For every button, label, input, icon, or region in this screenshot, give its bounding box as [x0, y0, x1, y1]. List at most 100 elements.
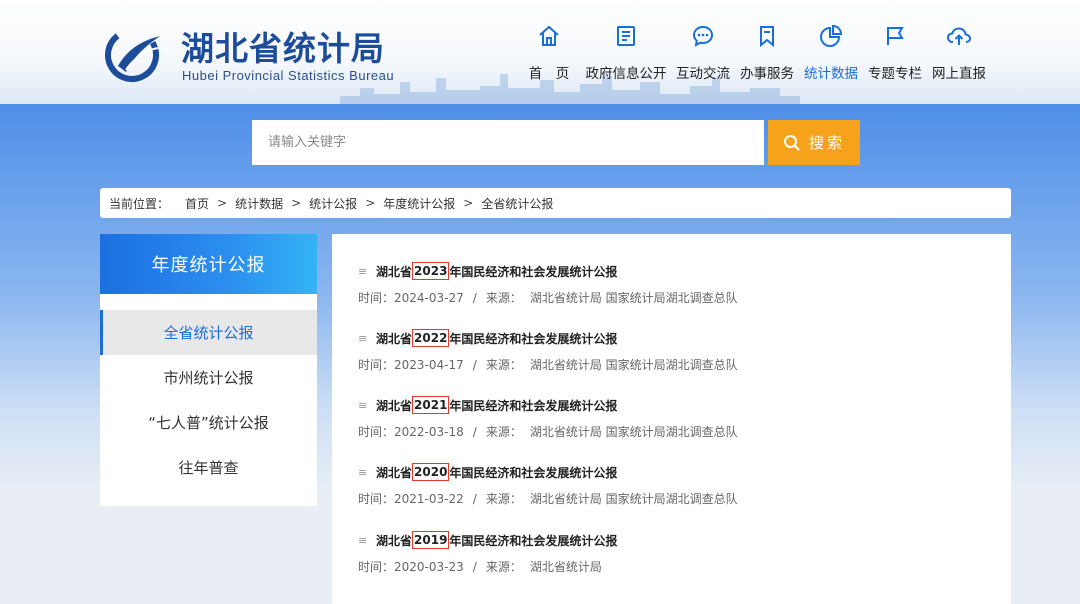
year-highlight: 2019	[412, 531, 450, 549]
meta-separator: /	[472, 425, 477, 439]
list-bullet-icon: ≡	[358, 533, 368, 547]
sidebar-title: 年度统计公报	[100, 234, 317, 294]
bureau-logo	[105, 28, 160, 82]
title-prefix: 湖北省	[376, 264, 413, 279]
nav-topics[interactable]: 专题专栏	[866, 24, 924, 88]
list-item-title[interactable]: ≡ 湖北省 2023 年国民经济和社会发展统计公报	[358, 262, 998, 280]
sidebar-item-provincial[interactable]: 全省统计公报	[100, 310, 317, 355]
breadcrumb-separator: >	[463, 196, 474, 210]
search-input[interactable]	[252, 120, 764, 165]
title-prefix: 湖北省	[376, 533, 413, 548]
publish-date: 2022-03-18	[394, 425, 464, 439]
nav-label: 统计数据	[804, 66, 858, 82]
cloud-upload-icon	[946, 27, 972, 45]
sidebar-item-cities[interactable]: 市州统计公报	[100, 355, 317, 400]
sidebar: 年度统计公报 全省统计公报 市州统计公报 “七人普”统计公报 往年普查	[100, 234, 317, 506]
title-prefix: 湖北省	[376, 465, 413, 480]
breadcrumb: 当前位置： 首页 > 统计数据 > 统计公报 > 年度统计公报 > 全省统计公报	[100, 188, 1011, 218]
sidebar-item-census[interactable]: “七人普”统计公报	[100, 400, 317, 445]
title-suffix: 年国民经济和社会发展统计公报	[449, 331, 618, 346]
list-bullet-icon: ≡	[358, 398, 368, 412]
nav-services[interactable]: 办事服务	[738, 24, 796, 88]
source-label: 来源：	[485, 560, 522, 574]
site-subtitle: Hubei Provincial Statistics Bureau	[182, 68, 395, 83]
search-button-label: 搜索	[808, 134, 845, 152]
sidebar-item-past-census[interactable]: 往年普查	[100, 445, 317, 490]
meta-separator: /	[472, 492, 477, 506]
breadcrumb-bulletins[interactable]: 统计公报	[309, 195, 357, 212]
pie-chart-icon	[820, 24, 843, 47]
bookmark-icon	[760, 26, 774, 48]
title-suffix: 年国民经济和社会发展统计公报	[449, 398, 618, 413]
nav-label: 办事服务	[740, 66, 794, 82]
time-label: 时间：	[358, 425, 395, 439]
nav-interaction[interactable]: 互动交流	[674, 24, 732, 88]
source-label: 来源：	[485, 358, 522, 372]
breadcrumb-separator: >	[365, 196, 376, 210]
meta-separator: /	[472, 358, 477, 372]
time-label: 时间：	[358, 358, 395, 372]
search-icon	[783, 134, 800, 151]
list-item: ≡ 湖北省 2022 年国民经济和社会发展统计公报 时间：2023-04-17 / 来源…	[358, 329, 998, 373]
breadcrumb-annual-bulletins[interactable]: 年度统计公报	[383, 195, 455, 212]
list-item-title[interactable]: ≡ 湖北省 2022 年国民经济和社会发展统计公报	[358, 329, 998, 347]
nav-gov-info[interactable]: 政府信息公开	[584, 24, 668, 88]
flag-icon	[887, 27, 904, 45]
list-item-meta: 时间：2023-04-17 / 来源： 湖北省统计局 国家统计局湖北调查总队	[358, 356, 998, 373]
list-item-title[interactable]: ≡ 湖北省 2021 年国民经济和社会发展统计公报	[358, 396, 998, 414]
chat-icon	[692, 25, 714, 47]
source-value: 湖北省统计局 国家统计局湖北调查总队	[529, 492, 738, 506]
breadcrumb-separator: >	[291, 196, 302, 210]
breadcrumb-provincial-bulletins[interactable]: 全省统计公报	[481, 195, 553, 212]
list-item-meta: 时间：2020-03-23 / 来源： 湖北省统计局	[358, 558, 998, 575]
list-bullet-icon: ≡	[358, 331, 368, 345]
year-highlight: 2021	[412, 396, 450, 414]
title-suffix: 年国民经济和社会发展统计公报	[449, 533, 618, 548]
bulletin-list: ≡ 湖北省 2023 年国民经济和社会发展统计公报 时间：2024-03-27/来源…	[332, 234, 1011, 604]
nav-home[interactable]: 首 页	[520, 24, 578, 88]
source-value: 湖北省统计局	[529, 560, 602, 574]
list-item-meta: 时间：2022-03-18 / 来源： 湖北省统计局 国家统计局湖北调查总队	[358, 423, 998, 440]
title-prefix: 湖北省	[376, 331, 413, 346]
nav-label: 网上直报	[932, 66, 986, 82]
list-item-title[interactable]: ≡ 湖北省 2020 年国民经济和社会发展统计公报	[358, 463, 998, 481]
list-item-title[interactable]: ≡ 湖北省 2019 年国民经济和社会发展统计公报	[358, 531, 998, 549]
search-button[interactable]: 搜索	[768, 120, 860, 165]
title-suffix: 年国民经济和社会发展统计公报	[449, 264, 618, 279]
publish-date: 2024-03-27	[394, 291, 464, 305]
breadcrumb-home[interactable]: 首页	[185, 195, 209, 212]
list-bullet-icon: ≡	[358, 264, 368, 278]
breadcrumb-prefix: 当前位置：	[109, 196, 170, 211]
nav-label: 专题专栏	[868, 66, 922, 82]
list-item: ≡ 湖北省 2021 年国民经济和社会发展统计公报 时间：2022-03-18 / 来源…	[358, 396, 998, 440]
title-suffix: 年国民经济和社会发展统计公报	[449, 465, 618, 480]
list-bullet-icon: ≡	[358, 465, 368, 479]
breadcrumb-statistics[interactable]: 统计数据	[235, 195, 283, 212]
list-item-meta: 时间：2021-03-22 / 来源： 湖北省统计局 国家统计局湖北调查总队	[358, 490, 998, 507]
meta-separator: /	[472, 291, 477, 305]
meta-separator: /	[472, 560, 477, 574]
home-icon	[539, 25, 559, 46]
site-header: 湖北省统计局 Hubei Provincial Statistics Burea…	[0, 0, 1080, 104]
list-item-meta: 时间：2024-03-27 / 来源： 湖北省统计局 国家统计局湖北调查总队	[358, 289, 998, 306]
list-item: ≡ 湖北省 2019 年国民经济和社会发展统计公报 时间：2020-03-23 / 来源…	[358, 531, 998, 575]
time-label: 时间：	[358, 492, 395, 506]
nav-online-report[interactable]: 网上直报	[930, 24, 988, 88]
source-value: 湖北省统计局 国家统计局湖北调查总队	[529, 425, 738, 439]
publish-date: 2020-03-23	[394, 560, 464, 574]
source-value: 湖北省统计局 国家统计局湖北调查总队	[529, 291, 738, 305]
time-label: 时间：	[358, 560, 395, 574]
publish-date: 2021-03-22	[394, 492, 464, 506]
source-label: 来源：	[485, 291, 522, 305]
document-icon	[617, 26, 635, 46]
list-item: ≡ 湖北省 2020 年国民经济和社会发展统计公报 时间：2021-03-22 / 来源…	[358, 463, 998, 507]
site-title: 湖北省统计局	[181, 29, 385, 68]
year-highlight: 2023	[412, 262, 450, 280]
nav-statistics[interactable]: 统计数据	[802, 24, 860, 88]
nav-label: 互动交流	[676, 66, 730, 82]
nav-label: 首 页	[528, 66, 570, 82]
list-item: ≡ 湖北省 2023 年国民经济和社会发展统计公报 时间：2024-03-27 / 来源…	[358, 262, 998, 306]
source-value: 湖北省统计局 国家统计局湖北调查总队	[529, 358, 738, 372]
title-prefix: 湖北省	[376, 398, 413, 413]
year-highlight: 2022	[412, 329, 450, 347]
